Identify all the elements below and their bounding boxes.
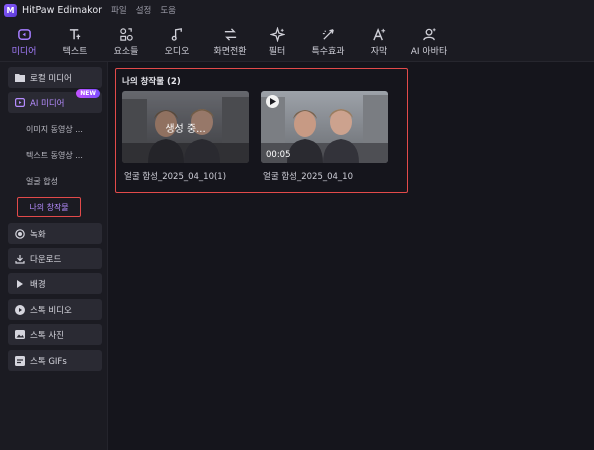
tab-subtitle-label: 자막 — [370, 46, 388, 57]
sidebar-item-stock-video[interactable]: 스톡 비디오 — [8, 299, 102, 320]
menu-settings[interactable]: 설정 — [136, 4, 152, 16]
sub-item-text-video[interactable]: 텍스트 동영상 ... — [26, 150, 83, 161]
sidebar-item-label: 스톡 GIFs — [30, 356, 67, 367]
tab-elements-label: 요소들 — [113, 46, 139, 57]
sidebar-item-stock-gifs[interactable]: 스톡 GIFs — [8, 350, 102, 371]
sidebar-item-label: 스톡 사진 — [30, 330, 64, 341]
sub-item-my-creations[interactable]: 나의 창작물 — [17, 197, 81, 217]
tab-audio[interactable]: 오디오 — [157, 20, 197, 62]
subtitle-icon — [372, 26, 387, 43]
record-icon — [15, 228, 25, 239]
sidebar-item-label: 다운로드 — [30, 254, 62, 265]
generating-overlay: 생성 중... — [122, 91, 249, 163]
sidebar-item-ai-media[interactable]: AI 미디어 NEW — [8, 89, 102, 113]
tab-ai-avatar-label: AI 아바타 — [410, 46, 448, 57]
creation-caption-2: 얼굴 합성_2025_04_10 — [263, 172, 353, 182]
my-creations-panel: 나의 창작물 (2) 생성 중... 얼굴 합성_2025_04_10(1) 0… — [115, 68, 408, 193]
play-icon[interactable] — [266, 95, 279, 108]
creation-thumbnail-2[interactable]: 00:05 — [261, 91, 388, 163]
elements-icon — [119, 26, 134, 43]
text-icon — [68, 26, 83, 43]
creation-thumbnail-1[interactable]: 생성 중... — [122, 91, 249, 163]
new-badge: NEW — [76, 89, 100, 98]
creation-caption-1: 얼굴 합성_2025_04_10(1) — [124, 172, 227, 182]
image-icon — [15, 330, 25, 340]
tab-media-label: 미디어 — [11, 46, 37, 57]
sub-item-face-swap[interactable]: 얼굴 합성 — [26, 176, 58, 187]
sidebar-item-recording[interactable]: 녹화 — [8, 223, 102, 244]
app-logo-glyph: M — [6, 5, 15, 15]
avatar-icon — [422, 26, 437, 43]
generating-text: 생성 중... — [165, 123, 206, 135]
sidebar-item-label: 스톡 비디오 — [30, 305, 72, 316]
sidebar-item-label: 배경 — [30, 279, 46, 290]
menu-help[interactable]: 도움 — [160, 4, 176, 16]
folder-icon — [15, 73, 25, 83]
video-duration: 00:05 — [266, 150, 291, 160]
sidebar-item-label: 녹화 — [30, 229, 46, 240]
title-bar: M HitPaw Edimakor 파일 설정 도움 — [0, 0, 594, 20]
sidebar-item-label: 로컬 미디어 — [30, 73, 72, 84]
tab-text-label: 텍스트 — [62, 46, 88, 57]
tab-effects[interactable]: 특수효과 — [303, 20, 353, 62]
tab-filter[interactable]: 필터 — [259, 20, 295, 62]
transition-icon — [223, 26, 238, 43]
tab-elements[interactable]: 요소들 — [106, 20, 146, 62]
media-sidebar: 로컬 미디어 AI 미디어 NEW 이미지 동영상 ... 텍스트 동영상 ..… — [0, 62, 108, 450]
main-toolbar: 미디어 텍스트 요소들 오디오 화면전환 필터 특수효과 자막 AI 아바타 — [0, 20, 594, 62]
tab-transition-label: 화면전환 — [213, 46, 247, 57]
caret-right-icon — [15, 279, 25, 289]
sidebar-item-background[interactable]: 배경 — [8, 273, 102, 294]
gif-icon — [15, 355, 25, 366]
tab-text[interactable]: 텍스트 — [55, 20, 95, 62]
main-content: 나의 창작물 (2) 생성 중... 얼굴 합성_2025_04_10(1) 0… — [109, 62, 594, 450]
tab-media[interactable]: 미디어 — [4, 20, 44, 62]
audio-icon — [170, 26, 185, 43]
menu-file[interactable]: 파일 — [111, 4, 127, 16]
ai-video-icon — [15, 98, 25, 108]
tab-subtitle[interactable]: 자막 — [362, 20, 396, 62]
tab-effects-label: 특수효과 — [311, 46, 345, 57]
sidebar-item-stock-photo[interactable]: 스톡 사진 — [8, 324, 102, 345]
sidebar-item-local-media[interactable]: 로컬 미디어 — [8, 67, 102, 88]
sidebar-item-label: AI 미디어 — [30, 98, 65, 109]
effects-icon — [321, 26, 336, 43]
sidebar-item-download[interactable]: 다운로드 — [8, 248, 102, 269]
panel-title: 나의 창작물 (2) — [122, 77, 181, 87]
tab-transition[interactable]: 화면전환 — [205, 20, 255, 62]
tab-audio-label: 오디오 — [164, 46, 190, 57]
download-icon — [15, 254, 25, 264]
app-logo: M — [4, 3, 17, 17]
tab-ai-avatar[interactable]: AI 아바타 — [404, 20, 454, 62]
play-circle-icon — [15, 304, 25, 315]
sub-item-image-video[interactable]: 이미지 동영상 ... — [26, 124, 83, 135]
app-title: HitPaw Edimakor — [22, 4, 103, 16]
tab-filter-label: 필터 — [268, 46, 286, 57]
filter-icon — [269, 26, 285, 43]
media-icon — [17, 26, 32, 43]
